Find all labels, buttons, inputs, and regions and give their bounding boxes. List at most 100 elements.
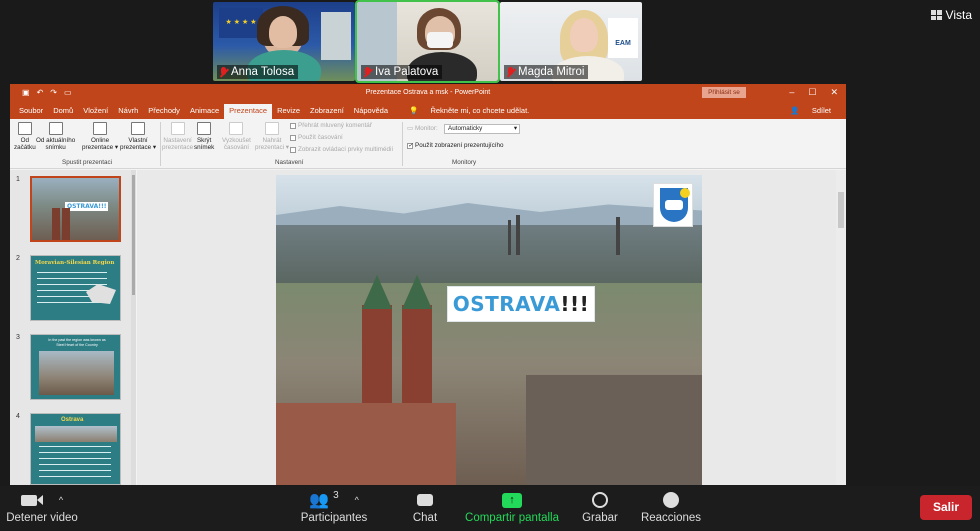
participant-name-label: Magda Mitroi xyxy=(504,65,589,79)
chevron-up-icon[interactable]: ^ xyxy=(59,495,63,505)
video-tile-magda[interactable]: EAM Magda Mitroi xyxy=(500,2,642,81)
media-controls-checkbox[interactable]: Zobrazit ovládací prvky multimédií xyxy=(290,146,393,153)
label: začátku xyxy=(14,144,36,151)
chevron-up-icon[interactable]: ^ xyxy=(355,495,359,505)
group-label-monitors: Monitory xyxy=(452,159,477,166)
participants-count: 3 xyxy=(333,490,339,501)
maximize-icon[interactable]: ☐ xyxy=(808,87,816,98)
tab-napoveda[interactable]: Nápověda xyxy=(349,104,393,119)
record-button[interactable]: Grabar xyxy=(580,490,620,524)
view-button[interactable]: Vista xyxy=(930,8,972,22)
slide-thumbnail[interactable]: In the past the region was known as Stee… xyxy=(30,334,121,400)
hide-slide-button[interactable]: Skrýt snímek xyxy=(194,122,214,151)
sign-in-button[interactable]: Přihlásit se xyxy=(702,87,746,98)
slide-number: 4 xyxy=(16,413,20,420)
slide-number: 3 xyxy=(16,334,20,341)
ribbon: Od začátku Od aktuálního snímku Online prez… xyxy=(10,119,846,169)
tell-me-search[interactable]: 💡 Řekněte mi, co chcete udělat. xyxy=(399,104,539,119)
label: snímek xyxy=(194,144,215,151)
slide-scrollbar[interactable] xyxy=(836,170,846,485)
monitor-select-value: Automaticky xyxy=(448,125,483,132)
tab-zobrazeni[interactable]: Zobrazení xyxy=(305,104,349,119)
reactions-button[interactable]: Reacciones xyxy=(640,490,702,524)
tab-revize[interactable]: Revize xyxy=(272,104,305,119)
participants-label: Participantes xyxy=(300,512,368,524)
video-tile-anna[interactable]: ★ ★ ★ ★ Anna Tolosa xyxy=(213,2,355,81)
share-label: Sdílet xyxy=(811,106,831,115)
monitor-select[interactable]: Automaticky ▾ xyxy=(444,124,520,134)
person-icon: 👤 xyxy=(790,106,802,115)
group-label-setup: Nastavení xyxy=(275,159,304,166)
setup-show-button[interactable]: Nastavení prezentace xyxy=(162,122,193,151)
slide-title-text: OSTRAVA xyxy=(452,292,561,316)
record-label: Grabar xyxy=(582,512,618,524)
thumbnail-title: Ostrava xyxy=(61,417,84,423)
tab-prezentace[interactable]: Prezentace xyxy=(224,104,273,119)
video-camera-lens-icon xyxy=(36,495,43,505)
tab-animace[interactable]: Animace xyxy=(185,104,224,119)
play-narrations-checkbox[interactable]: Přehrát mluvený komentář xyxy=(290,122,372,129)
label: Nastavení xyxy=(163,137,192,144)
stopwatch-icon xyxy=(229,122,244,135)
from-current-slide-button[interactable]: Od aktuálního snímku xyxy=(36,122,75,151)
minimize-icon[interactable]: – xyxy=(789,87,794,98)
participant-face xyxy=(570,18,598,52)
ostrava-coat-of-arms-icon xyxy=(653,183,693,227)
slide-thumbnail[interactable]: Moravian-Silesian Region xyxy=(30,255,121,321)
checkbox-icon xyxy=(290,122,296,129)
window-controls: – ☐ ✕ xyxy=(789,87,838,98)
chevron-down-icon: ▾ xyxy=(513,125,517,132)
thumbnail-scrollbar[interactable] xyxy=(131,170,136,485)
rehearse-timings-button[interactable]: Vyzkoušet časování xyxy=(222,122,251,151)
share-screen-button[interactable]: ↑ Compartir pantalla xyxy=(462,490,562,524)
tab-vlozeni[interactable]: Vložení xyxy=(78,104,113,119)
muted-mic-icon xyxy=(219,66,228,78)
online-presentation-button[interactable]: Online prezentace ▾ xyxy=(82,122,118,151)
muted-mic-icon xyxy=(363,66,372,78)
participant-name-label: Iva Palatova xyxy=(361,65,443,79)
record-slideshow-button[interactable]: Nahrát prezentaci ▾ xyxy=(255,122,289,151)
video-tile-iva[interactable]: Iva Palatova xyxy=(355,0,500,83)
slide-thumbnail[interactable]: OSTRAVA!!! xyxy=(30,176,121,242)
tab-prechody[interactable]: Přechody xyxy=(143,104,185,119)
slide-number: 2 xyxy=(16,255,20,262)
setup-icon xyxy=(170,122,185,135)
thumbnail-photo xyxy=(39,351,114,395)
thumbnail-title: In the past the region was known as Stee… xyxy=(48,338,106,347)
banner-background: EAM xyxy=(608,18,638,58)
stop-video-button[interactable]: ^ Detener video xyxy=(6,490,78,524)
close-icon[interactable]: ✕ xyxy=(830,87,838,98)
current-slide: OSTRAVA!!! xyxy=(276,175,702,485)
checkbox-icon xyxy=(290,134,296,141)
leave-meeting-button[interactable]: Salir xyxy=(920,495,972,520)
from-beginning-button[interactable]: Od začátku xyxy=(14,122,36,151)
use-timings-checkbox[interactable]: Použít časování xyxy=(290,134,343,141)
share-button[interactable]: 👤 Sdílet xyxy=(780,104,846,119)
scrollbar-thumb[interactable] xyxy=(132,175,135,295)
label: Použít časování xyxy=(298,134,343,141)
share-screen-icon: ↑ xyxy=(502,492,522,508)
participants-button[interactable]: 👥 3 ^ Participantes xyxy=(298,490,370,524)
ribbon-separator xyxy=(402,122,403,166)
participant-name-label: Anna Tolosa xyxy=(217,65,299,79)
participant-face xyxy=(269,16,297,48)
slide-title-exclaim: !!! xyxy=(560,292,590,316)
label: Přehrát mluvený komentář xyxy=(298,122,372,129)
thumbnail-title: Moravian-Silesian Region xyxy=(35,260,115,266)
video-camera-icon xyxy=(20,494,37,506)
face-mask xyxy=(427,32,453,48)
participants-icon: 👥 xyxy=(309,492,330,509)
label: prezentaci ▾ xyxy=(255,144,289,151)
presenter-view-checkbox[interactable]: ✓ Použít zobrazení prezentujícího xyxy=(407,142,504,149)
checkbox-icon xyxy=(290,146,296,153)
grid-view-icon xyxy=(930,10,942,20)
tab-domu[interactable]: Domů xyxy=(48,104,78,119)
custom-show-button[interactable]: Vlastní prezentace ▾ xyxy=(120,122,156,151)
tab-soubor[interactable]: Soubor xyxy=(14,104,48,119)
scrollbar-thumb[interactable] xyxy=(838,192,844,228)
chat-button[interactable]: Chat xyxy=(405,490,445,524)
label: Použít zobrazení prezentujícího xyxy=(415,142,504,149)
label: časování xyxy=(223,144,250,151)
tab-navrh[interactable]: Návrh xyxy=(113,104,143,119)
slide-thumbnail[interactable]: Ostrava xyxy=(30,413,121,485)
